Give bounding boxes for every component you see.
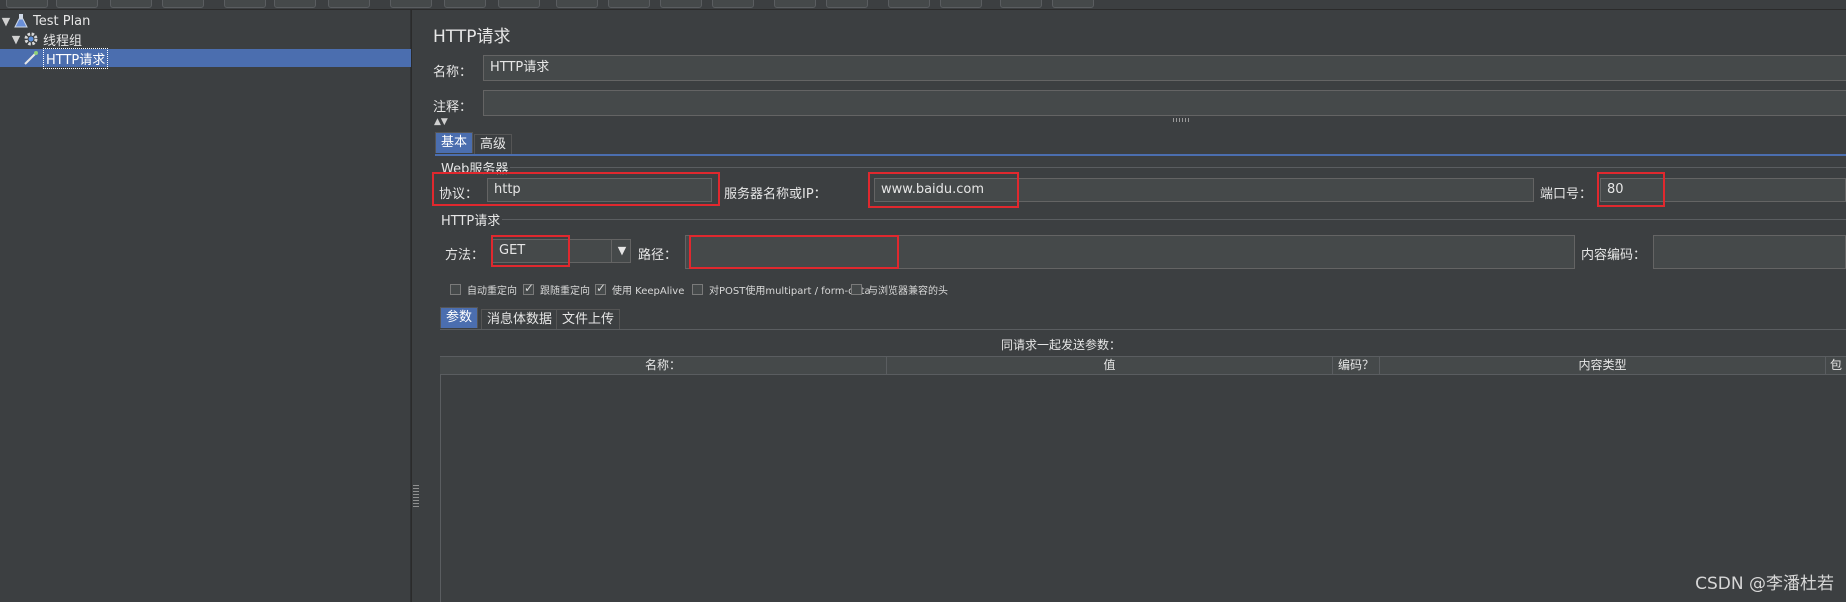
tree-item-label: HTTP请求	[43, 47, 109, 69]
toolbar-button[interactable]	[826, 0, 868, 8]
column-header-content-type[interactable]: 内容类型	[1380, 357, 1826, 374]
collapse-arrows-icon[interactable]: ▲▼	[434, 117, 448, 127]
toolbar-button[interactable]	[274, 0, 316, 8]
flask-icon	[12, 13, 30, 29]
tab-underline	[435, 154, 1846, 156]
port-field[interactable]: 80	[1600, 178, 1846, 202]
checkbox-follow-redirects[interactable]: 跟随重定向	[523, 281, 590, 297]
checkbox-icon[interactable]	[692, 284, 703, 295]
toolbar-button[interactable]	[498, 0, 540, 8]
watermark-text: CSDN @李潘杜若	[1695, 574, 1834, 594]
tree-item-label: 线程组	[43, 33, 83, 49]
tab-basic[interactable]: 基本	[435, 132, 474, 153]
server-field[interactable]: www.baidu.com	[874, 178, 1534, 202]
checkbox-label: 对POST使用multipart / form-data	[709, 286, 871, 297]
toolbar-button[interactable]	[712, 0, 754, 8]
tree-item-thread-group[interactable]: ▼ 线程组	[0, 30, 420, 49]
http-request-panel: HTTP请求 名称： HTTP请求 注释： ▲▼ 基本 高级 Web服务器 协议…	[421, 10, 1846, 602]
tree-item-test-plan[interactable]: ▼ Test Plan	[0, 12, 410, 30]
web-server-group-title: Web服务器	[439, 158, 511, 177]
group-border	[441, 219, 1846, 220]
protocol-field[interactable]: http	[487, 178, 712, 202]
test-plan-tree: ▼ Test Plan ▼ 线程组 HTTP请求	[0, 10, 432, 602]
toolbar-button[interactable]	[56, 0, 98, 8]
column-header-encode[interactable]: 编码？	[1333, 357, 1380, 374]
expand-toggle-icon[interactable]: ▼	[0, 15, 12, 28]
tree-item-http-request[interactable]: HTTP请求	[0, 47, 432, 69]
tab-files-upload[interactable]: 文件上传	[556, 309, 621, 330]
checkbox-label: 跟随重定向	[540, 286, 590, 297]
toolbar-button[interactable]	[6, 0, 48, 8]
chevron-down-icon[interactable]: ▼	[611, 239, 632, 263]
toolbar-button[interactable]	[888, 0, 930, 8]
protocol-label: 协议：	[439, 187, 479, 202]
checkbox-browser-headers[interactable]: 与浏览器兼容的头	[851, 282, 948, 297]
toolbar-button[interactable]	[390, 0, 432, 8]
page-title: HTTP请求	[433, 27, 511, 47]
toolbar-button[interactable]	[774, 0, 816, 8]
toolbar-button[interactable]	[224, 0, 266, 8]
path-label: 路径：	[638, 248, 678, 263]
toolbar-button[interactable]	[444, 0, 486, 8]
checkbox-label: 使用 KeepAlive	[612, 286, 685, 297]
gear-icon	[22, 31, 40, 47]
column-header-include[interactable]: 包	[1826, 357, 1846, 374]
checkbox-multipart[interactable]: 对POST使用multipart / form-data	[692, 282, 871, 297]
jmeter-window: ▼ Test Plan ▼ 线程组 HTTP请求 HTTP请求 名称： HTTP…	[0, 0, 1846, 602]
sampler-icon	[22, 50, 40, 66]
params-table-header: 名称： 值 编码？ 内容类型 包	[440, 356, 1846, 375]
tab-underline	[440, 329, 1846, 330]
checkbox-icon[interactable]	[450, 284, 461, 295]
toolbar	[0, 0, 1846, 10]
toolbar-button[interactable]	[110, 0, 152, 8]
checkbox-auto-redirect[interactable]: 自动重定向	[450, 282, 517, 297]
tab-advanced[interactable]: 高级	[474, 134, 513, 155]
resize-grip-icon[interactable]	[1173, 118, 1191, 122]
toolbar-button[interactable]	[328, 0, 370, 8]
checkbox-label: 与浏览器兼容的头	[868, 286, 948, 297]
toolbar-button[interactable]	[1052, 0, 1094, 8]
toolbar-button[interactable]	[660, 0, 702, 8]
toolbar-button[interactable]	[1000, 0, 1042, 8]
method-label: 方法：	[445, 248, 485, 263]
name-field[interactable]: HTTP请求	[483, 55, 1846, 81]
checkbox-keepalive[interactable]: 使用 KeepAlive	[595, 281, 685, 297]
group-border	[441, 167, 1846, 168]
toolbar-button[interactable]	[162, 0, 204, 8]
comment-label: 注释：	[433, 100, 473, 115]
tree-item-label: Test Plan	[33, 13, 91, 29]
port-label: 端口号：	[1540, 187, 1593, 202]
params-table-title: 同请求一起发送参数：	[1001, 338, 1122, 352]
expand-toggle-icon[interactable]: ▼	[10, 33, 22, 46]
encoding-label: 内容编码：	[1581, 248, 1647, 263]
column-header-value[interactable]: 值	[887, 357, 1333, 374]
column-header-name[interactable]: 名称：	[440, 357, 887, 374]
path-field[interactable]	[685, 235, 1575, 269]
checkbox-checked-icon[interactable]	[595, 281, 606, 295]
server-label: 服务器名称或IP：	[724, 187, 827, 202]
toolbar-button[interactable]	[556, 0, 598, 8]
checkbox-label: 自动重定向	[467, 286, 517, 297]
table-border	[440, 374, 441, 602]
http-request-group-title: HTTP请求	[439, 210, 503, 229]
toolbar-button[interactable]	[608, 0, 650, 8]
comment-field[interactable]	[483, 90, 1846, 116]
checkbox-checked-icon[interactable]	[523, 281, 534, 295]
checkbox-icon[interactable]	[851, 284, 862, 295]
splitter-grip-icon[interactable]	[413, 485, 419, 507]
encoding-field[interactable]	[1653, 235, 1846, 269]
toolbar-button[interactable]	[940, 0, 982, 8]
name-label: 名称：	[433, 65, 473, 80]
tab-body-data[interactable]: 消息体数据	[481, 309, 559, 330]
tab-parameters[interactable]: 参数	[440, 307, 479, 328]
